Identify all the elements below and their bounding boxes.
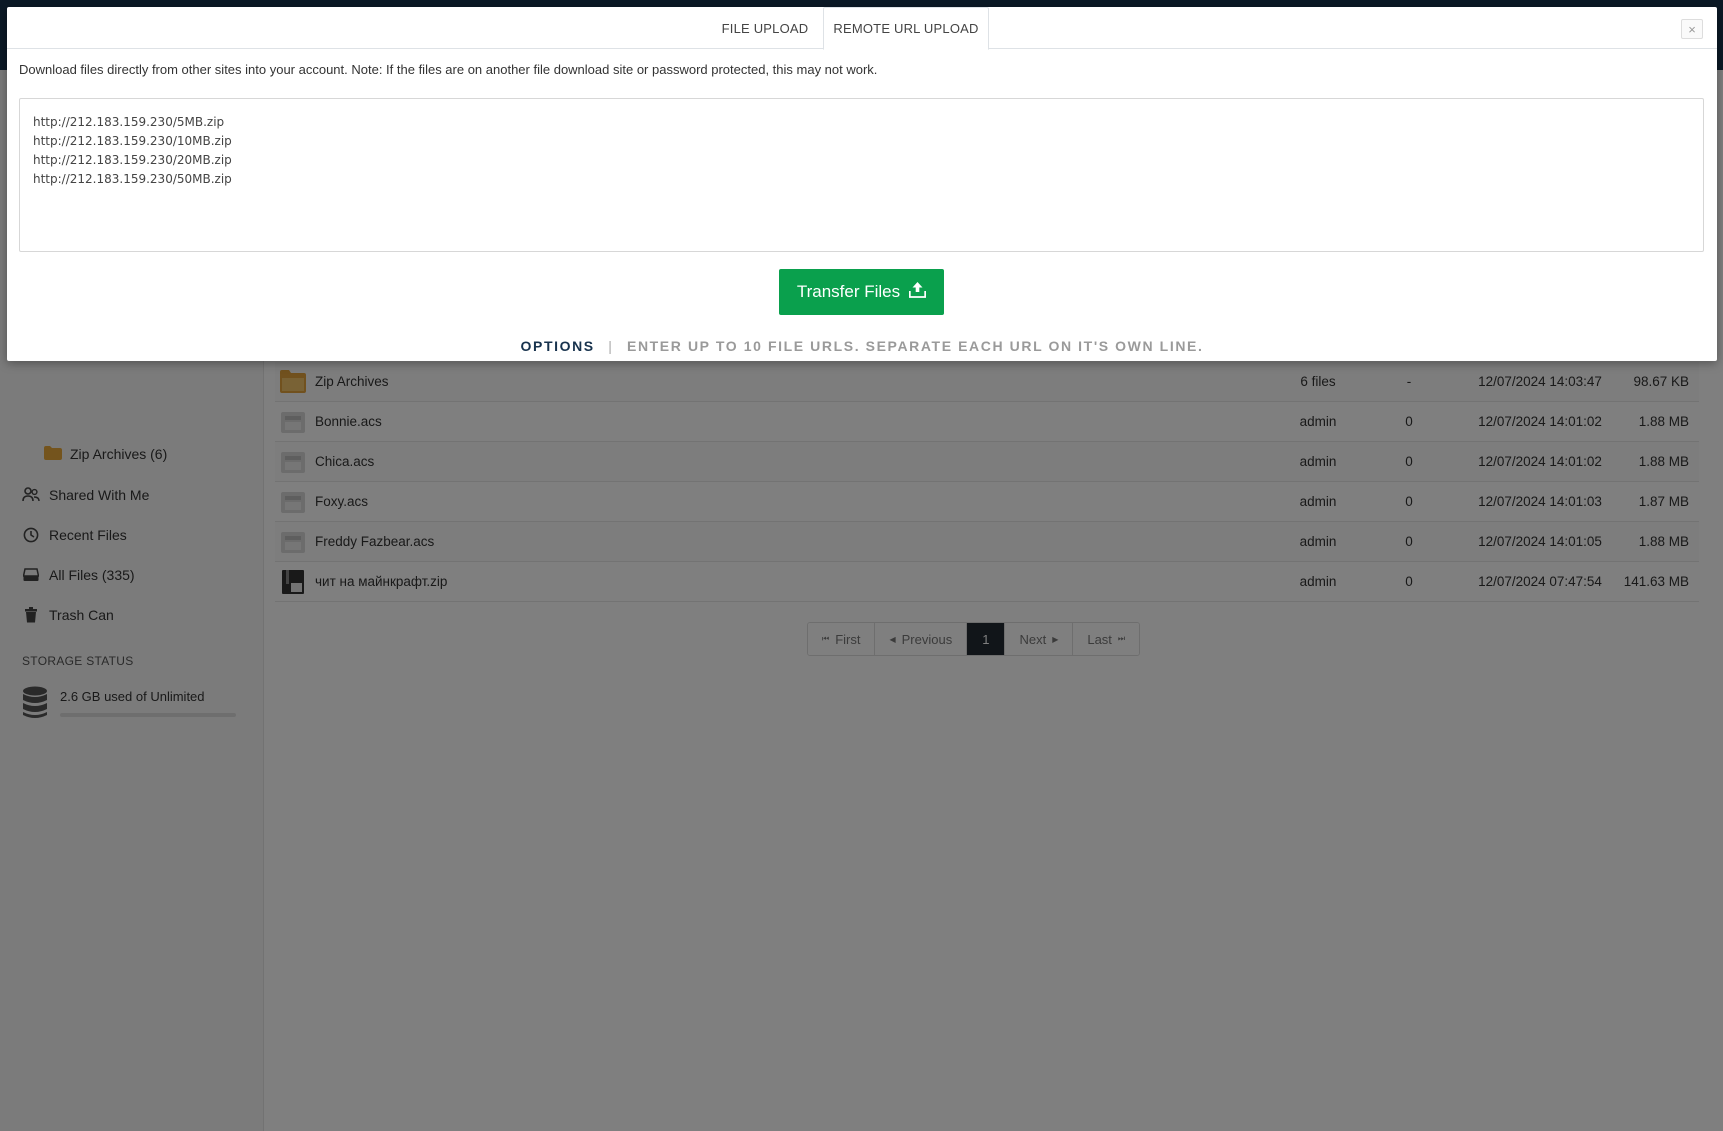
- close-icon[interactable]: ×: [1681, 19, 1703, 39]
- tab-file-upload[interactable]: FILE UPLOAD: [704, 7, 826, 49]
- remote-upload-note: Download files directly from other sites…: [19, 62, 878, 77]
- transfer-files-button[interactable]: Transfer Files: [779, 269, 944, 315]
- tab-remote-url-upload[interactable]: REMOTE URL UPLOAD: [823, 7, 989, 50]
- upload-icon: [909, 281, 927, 303]
- upload-modal: FILE UPLOAD REMOTE URL UPLOAD × Download…: [7, 7, 1717, 361]
- options-separator: |: [608, 338, 614, 354]
- options-line: OPTIONS | ENTER UP TO 10 FILE URLS. SEPA…: [7, 338, 1717, 354]
- options-link[interactable]: OPTIONS: [521, 338, 595, 354]
- transfer-files-label: Transfer Files: [796, 282, 901, 301]
- remote-urls-textarea[interactable]: [19, 98, 1704, 252]
- options-hint: ENTER UP TO 10 FILE URLS. SEPARATE EACH …: [627, 338, 1204, 354]
- upload-tabs: FILE UPLOAD REMOTE URL UPLOAD: [7, 7, 1717, 50]
